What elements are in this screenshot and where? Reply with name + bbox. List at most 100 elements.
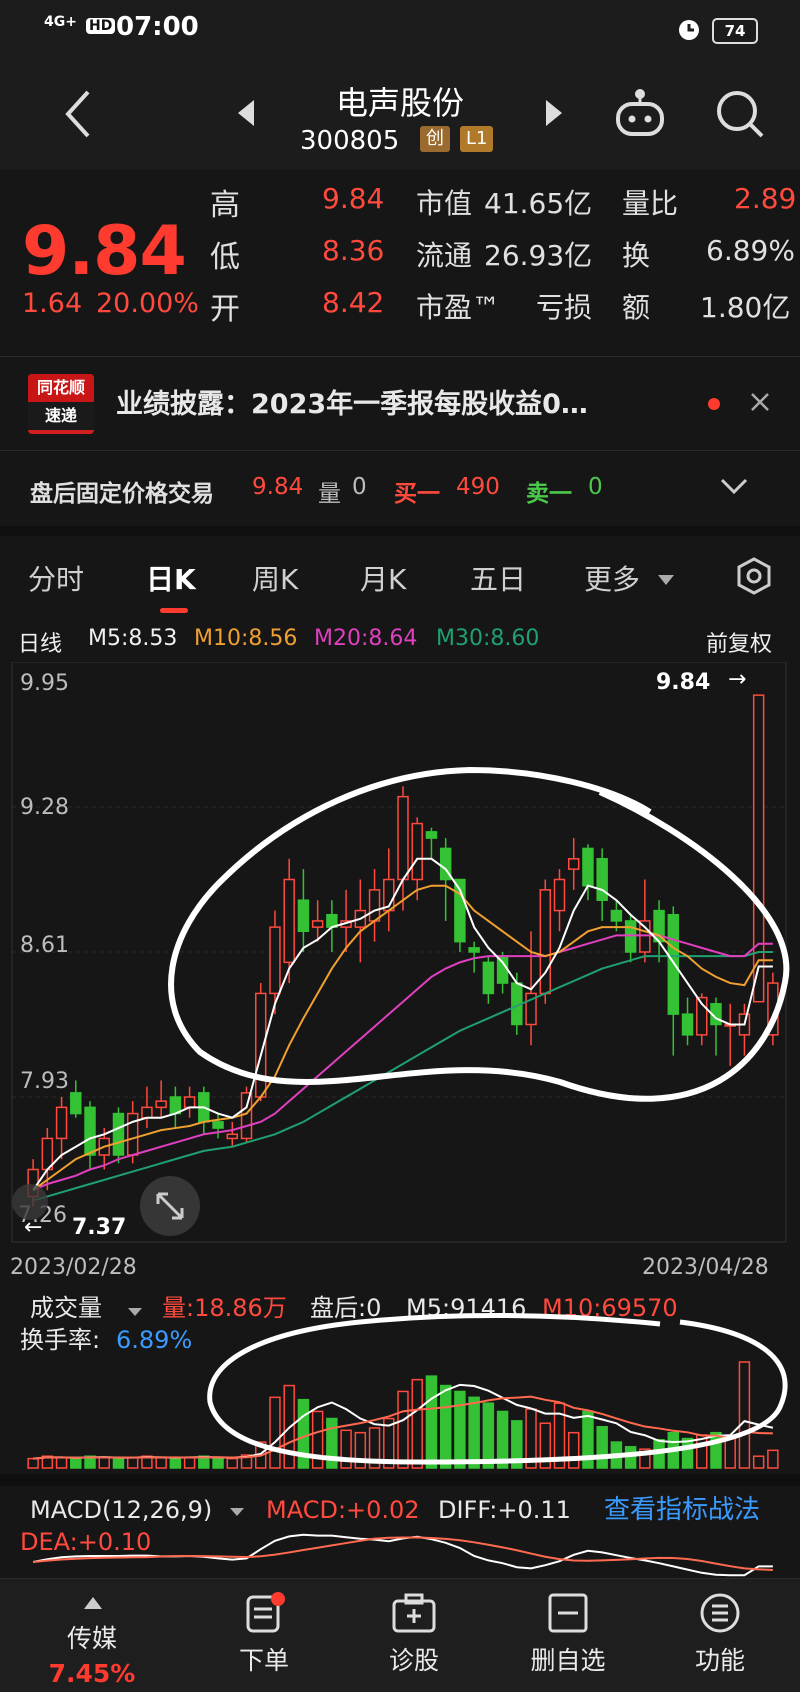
- candle: [141, 1106, 153, 1119]
- up-triangle-icon: [84, 1597, 102, 1609]
- volume-bar: [226, 1457, 239, 1469]
- search-icon[interactable]: [712, 86, 766, 144]
- candle: [582, 847, 594, 887]
- tab-monthly-k[interactable]: 月K: [360, 558, 406, 598]
- turnover-rate-value: 6.89%: [116, 1326, 192, 1354]
- candle: [624, 920, 637, 953]
- tab-order[interactable]: 下单: [184, 1579, 344, 1692]
- high-price-label: 9.84: [656, 670, 710, 695]
- tab-diagnose[interactable]: 诊股: [334, 1579, 494, 1692]
- volume-bar: [98, 1456, 110, 1469]
- candle: [112, 1112, 125, 1156]
- next-stock-icon[interactable]: [544, 98, 564, 132]
- macd-dropdown-caret: [230, 1508, 244, 1516]
- ma30-label: M30:8.60: [436, 626, 540, 651]
- candle: [84, 1106, 96, 1156]
- market-cap-value: 41.65亿: [484, 187, 593, 220]
- close-icon[interactable]: [748, 390, 772, 418]
- volume-bar: [27, 1457, 39, 1469]
- candle: [639, 920, 651, 953]
- news-ticker[interactable]: 同花顺 速递 业绩披露：2023年一季报每股收益0…: [0, 360, 800, 448]
- volume-bar: [482, 1402, 495, 1469]
- candle: [297, 899, 310, 933]
- tab-daily-k[interactable]: 日K: [146, 558, 196, 598]
- kline-chart[interactable]: 9.95 9.28 8.61 7.93 7.26 9.84 → ← 7.37 2…: [0, 662, 800, 1578]
- candle: [667, 913, 680, 1015]
- volume-bar: [624, 1446, 637, 1469]
- low-label: 低: [210, 240, 240, 275]
- tab-more[interactable]: 更多: [584, 558, 640, 598]
- turnover-label: 换: [622, 239, 651, 272]
- high-arrow: →: [728, 667, 746, 692]
- bid1-label: 买一: [394, 481, 440, 507]
- volume-bar: [724, 1436, 736, 1469]
- candle: [482, 961, 495, 995]
- adjust-toggle[interactable]: 前复权: [706, 626, 772, 658]
- volume-bar: [397, 1390, 409, 1469]
- y-tick-label: 9.28: [20, 795, 69, 820]
- float-cap-value: 26.93亿: [484, 239, 593, 272]
- volume-bar: [112, 1457, 125, 1469]
- remove-watchlist-label: 删自选: [530, 1646, 606, 1675]
- order-label: 下单: [238, 1646, 289, 1675]
- candle: [567, 858, 580, 870]
- tab-intraday[interactable]: 分时: [28, 558, 84, 598]
- zoom-button[interactable]: [140, 1176, 200, 1236]
- news-text[interactable]: 业绩披露：2023年一季报每股收益0…: [116, 382, 588, 421]
- x-end-label: 2023/04/28: [642, 1255, 769, 1280]
- network-indicator: 4G+: [44, 14, 77, 30]
- stock-code: 300805: [300, 126, 400, 156]
- volume-bar: [738, 1361, 751, 1469]
- high-label: 高: [210, 188, 240, 223]
- ask1-value: 0: [588, 474, 603, 500]
- ma10-label: M10:8.56: [194, 626, 298, 651]
- board-tag: 创: [420, 126, 450, 152]
- dea-value: DEA:+0.10: [20, 1528, 151, 1556]
- candle: [368, 889, 381, 922]
- tab-sector[interactable]: 传媒 7.45%: [12, 1579, 172, 1692]
- volume-bar: [70, 1457, 82, 1469]
- candle: [240, 1092, 253, 1140]
- medical-kit-icon: [392, 1593, 436, 1633]
- volume-bar: [55, 1456, 68, 1469]
- volume-dropdown-caret: [128, 1308, 142, 1316]
- quote-panel: 9.84 1.64 20.00% 高 9.84 市值 41.65亿 量比 2.8…: [0, 170, 800, 360]
- robot-assistant-icon[interactable]: [612, 86, 668, 144]
- collapse-button[interactable]: [12, 1184, 48, 1220]
- tab-five-day[interactable]: 五日: [470, 558, 526, 598]
- tab-remove-watchlist[interactable]: 删自选: [488, 1579, 648, 1692]
- chevron-down-icon[interactable]: [720, 476, 748, 500]
- after-hours-row[interactable]: 盘后固定价格交易 9.84 量 0 买一 490 卖一 0: [0, 458, 800, 518]
- volume-bar: [681, 1437, 694, 1469]
- divider: [0, 450, 800, 451]
- back-icon[interactable]: [60, 86, 96, 146]
- ask1-label: 卖一: [526, 481, 572, 507]
- tab-weekly-k[interactable]: 周K: [252, 558, 298, 598]
- active-tab-indicator: [160, 608, 188, 613]
- volume-title: 成交量: [30, 1294, 102, 1322]
- bid1-value: 490: [456, 474, 500, 500]
- y-tick-label: 7.93: [20, 1069, 69, 1094]
- volume-bar: [454, 1390, 466, 1469]
- price-change: 1.64: [22, 288, 83, 319]
- settings-hex-icon[interactable]: [734, 556, 774, 600]
- macd-title: MACD(12,26,9): [30, 1496, 212, 1524]
- level-tag: L1: [460, 126, 494, 152]
- volume-bar: [212, 1456, 224, 1469]
- volume-value: 量:18.86万: [162, 1294, 287, 1322]
- line-type-label: 日线: [18, 632, 63, 657]
- y-tick-label: 9.95: [20, 671, 69, 696]
- volume-bar: [710, 1431, 722, 1469]
- candle: [155, 1100, 167, 1109]
- tab-functions[interactable]: 功能: [640, 1579, 800, 1692]
- volume-bar: [567, 1431, 580, 1469]
- macd-strategy-link[interactable]: 查看指标战法: [604, 1495, 760, 1525]
- after-hours-vol-label: 量: [318, 481, 341, 507]
- candle: [411, 822, 423, 881]
- candle: [311, 920, 324, 928]
- volume-bar: [596, 1426, 608, 1469]
- candle: [183, 1096, 196, 1109]
- ma20-label: M20:8.64: [314, 626, 418, 651]
- pe-label: 市盈™: [416, 291, 501, 324]
- low-value: 8.36: [322, 234, 385, 267]
